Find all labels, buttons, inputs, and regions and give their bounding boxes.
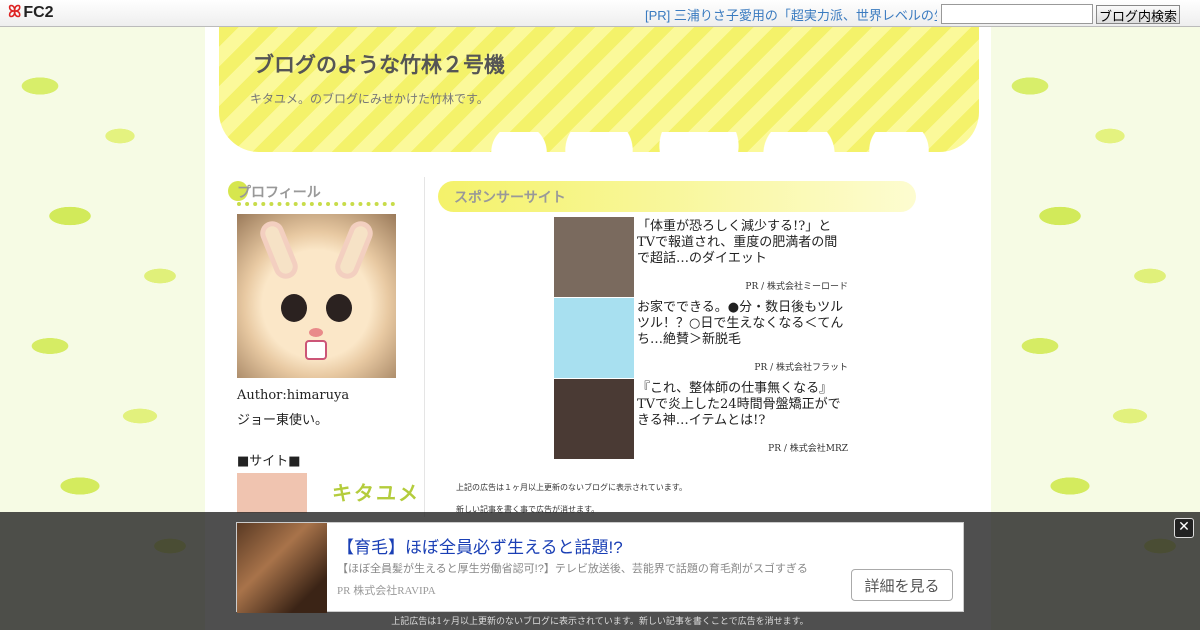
avatar-ear-left [256, 217, 302, 283]
fc2-logo[interactable]: ꕤ FC2 [8, 4, 54, 22]
ad-sponsor: PR / 株式会社ミーロード [745, 282, 848, 292]
overlay-ad-description: 【ほぼ全員髪が生えると厚生労働省認可!?】テレビ放送後、芸能界で話題の育毛剤がス… [337, 563, 808, 575]
bottom-ad-overlay: ✕ 【育毛】ほぼ全員必ず生えると話題!? 【ほぼ全員髪が生えると厚生労働省認可!… [0, 512, 1200, 630]
ad-sponsor: PR / 株式会社MRZ [768, 444, 848, 454]
column-divider [424, 177, 425, 517]
blog-title[interactable]: ブログのような竹林２号機 [253, 49, 505, 79]
overlay-ad-title[interactable]: 【育毛】ほぼ全員必ず生えると話題!? [337, 533, 623, 558]
fc2-logo-text: FC2 [23, 4, 54, 21]
profile-heading-text: プロフィール [237, 184, 321, 200]
overlay-notice: 上記広告は1ヶ月以上更新のないブログに表示されています。新しい記事を書くことで広… [391, 617, 809, 627]
avatar-nose [309, 328, 323, 337]
close-icon[interactable]: ✕ [1174, 518, 1194, 538]
ad-thumbnail[interactable] [554, 298, 634, 378]
overlay-ad-thumbnail[interactable] [237, 523, 327, 613]
sidebar: プロフィール Author:himaruya ジョー東使い。 ■サイト■ キタユ… [228, 181, 432, 513]
sponsor-ads: 「体重が恐ろしく減少する!?」とTVで報道され、重度の肥満者の間で超話…のダイエ… [554, 217, 848, 460]
blog-header: ブログのような竹林２号機 キタユメ。のブログにみせかけた竹林です。 [219, 27, 979, 172]
site-banner-text: キタユメ [332, 483, 420, 505]
fc2-logo-icon: ꕤ [8, 4, 22, 21]
fc2-top-bar: ꕤ FC2 [PR] 三浦りさ子愛用の「超実力派、世界レベルの生酵 ブログ内検索 [0, 0, 1200, 27]
site-banner[interactable]: キタユメ [237, 473, 432, 513]
avatar [237, 214, 396, 378]
ad-thumbnail[interactable] [554, 217, 634, 297]
blog-description: キタユメ。のブログにみせかけた竹林です。 [250, 92, 489, 106]
details-button[interactable]: 詳細を見る [851, 569, 953, 601]
ad-item[interactable]: お家でできる。●分・数日後もツルツル！？○日で生えなくなる＜てんち…絶賛＞新脱毛… [554, 298, 848, 379]
blog-search-button[interactable]: ブログ内検索 [1096, 5, 1180, 24]
avatar-ear-right [331, 217, 377, 283]
overlay-ad-sponsor: PR 株式会社RAVIPA [337, 585, 436, 597]
ad-text[interactable]: 「体重が恐ろしく減少する!?」とTVで報道され、重度の肥満者の間で超話…のダイエ… [637, 219, 845, 267]
author-description: ジョー東使い。 [237, 413, 329, 428]
ad-text[interactable]: お家でできる。●分・数日後もツルツル！？○日で生えなくなる＜てんち…絶賛＞新脱毛 [637, 300, 845, 348]
ads-notice: 上記の広告は１ヶ月以上更新のないブログに表示されています。 [456, 483, 687, 492]
blog-search-input[interactable] [941, 4, 1093, 24]
author-name: Author:himaruya [237, 388, 350, 403]
ad-text[interactable]: 『これ、整体師の仕事無くなる』TVで炎上した24時間骨盤矯正ができる神…イテムと… [637, 381, 845, 429]
sponsor-heading: スポンサーサイト [438, 181, 916, 212]
ad-thumbnail[interactable] [554, 379, 634, 459]
ad-item[interactable]: 『これ、整体師の仕事無くなる』TVで炎上した24時間骨盤矯正ができる神…イテムと… [554, 379, 848, 460]
ad-item[interactable]: 「体重が恐ろしく減少する!?」とTVで報道され、重度の肥満者の間で超話…のダイエ… [554, 217, 848, 298]
overlay-ad-card[interactable]: 【育毛】ほぼ全員必ず生えると話題!? 【ほぼ全員髪が生えると厚生労働省認可!?】… [236, 522, 964, 613]
avatar-eye-right [326, 294, 352, 322]
avatar-mouth [305, 340, 327, 360]
site-heading: ■サイト■ [237, 454, 301, 469]
ad-sponsor: PR / 株式会社フラット [754, 363, 848, 373]
profile-heading: プロフィール [228, 181, 427, 206]
pr-link[interactable]: [PR] 三浦りさ子愛用の「超実力派、世界レベルの生酵 [645, 5, 937, 24]
avatar-eye-left [281, 294, 307, 322]
